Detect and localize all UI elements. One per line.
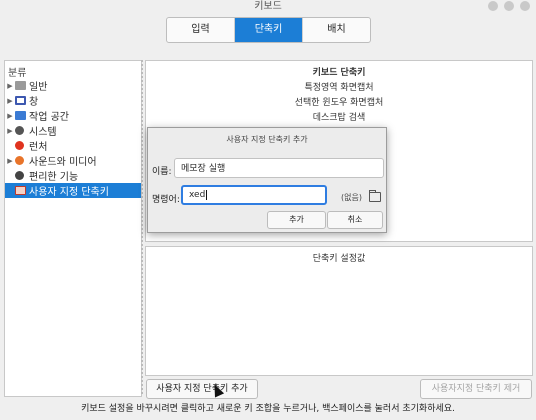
sidebar-item-system[interactable]: ▶ 시스템: [5, 123, 141, 138]
maximize-button[interactable]: [504, 1, 514, 11]
sidebar-item-launcher[interactable]: 런처: [5, 138, 141, 153]
expand-arrow-icon[interactable]: ▶: [5, 112, 15, 120]
sidebar-item-label: 시스템: [29, 127, 57, 138]
folder-icon[interactable]: [369, 190, 381, 202]
sidebar-item-label: 창: [29, 97, 39, 108]
window-icon: [15, 81, 26, 90]
add-custom-shortcut-button[interactable]: 사용자 지정 단축키 추가: [146, 379, 258, 399]
custom-shortcut-icon: [15, 186, 26, 195]
expand-arrow-icon[interactable]: ▶: [5, 82, 15, 90]
add-custom-shortcut-dialog: 사용자 지정 단축키 추가 이름: 메모장 실행 명령어: xed (없음) 추…: [147, 127, 387, 233]
sidebar-item-window[interactable]: ▶ 창: [5, 93, 141, 108]
command-label: 명령어:: [152, 195, 180, 205]
tab-layout[interactable]: 배치: [303, 18, 370, 42]
close-button[interactable]: [520, 1, 530, 11]
minimize-button[interactable]: [488, 1, 498, 11]
name-label: 이름:: [152, 167, 172, 177]
name-field[interactable]: 메모장 실행: [174, 158, 384, 178]
sound-icon: [15, 156, 24, 165]
footer-hint: 키보드 설정을 바꾸시려면 클릭하고 새로운 키 조합을 누르거나, 백스페이스…: [81, 404, 455, 414]
expand-arrow-icon[interactable]: ▶: [5, 97, 15, 105]
expand-arrow-icon[interactable]: ▶: [5, 127, 15, 135]
sidebar-item-label: 일반: [29, 82, 48, 93]
sidebar-item-general[interactable]: ▶ 일반: [5, 78, 141, 93]
window-frame-icon: [15, 96, 26, 105]
sidebar-item-accessibility[interactable]: 편리한 기능: [5, 168, 141, 183]
tab-shortcuts[interactable]: 단축키: [235, 18, 303, 42]
sidebar-item-label: 작업 공간: [29, 112, 69, 123]
accessibility-icon: [15, 171, 24, 180]
workspace-icon: [15, 111, 26, 120]
sidebar-item-workspace[interactable]: ▶ 작업 공간: [5, 108, 141, 123]
shortcut-list-item[interactable]: 선택한 윈도우 화면캡처: [146, 95, 532, 108]
category-sidebar: 분류 ▶ 일반 ▶ 창 ▶ 작업 공간 ▶ 시스템 런처 ▶ 사운드와 미디어 …: [4, 60, 142, 397]
shortcut-list-item[interactable]: 특정영역 화면캡처: [146, 80, 532, 93]
dialog-cancel-button[interactable]: 취소: [327, 211, 383, 229]
command-field[interactable]: xed: [181, 185, 327, 205]
sidebar-item-label: 사용자 지정 단축키: [29, 187, 109, 198]
expand-arrow-icon[interactable]: ▶: [5, 157, 15, 165]
window-title: 키보드: [254, 1, 282, 12]
system-gear-icon: [15, 126, 24, 135]
sidebar-header: 분류: [8, 68, 27, 79]
tab-bar: 입력 단축키 배치: [166, 17, 371, 43]
sidebar-item-label: 사운드와 미디어: [29, 157, 97, 168]
dialog-title: 사용자 지정 단축키 추가: [226, 135, 308, 144]
shortcut-settings-pane: 단축키 설정값: [145, 246, 533, 376]
shortcut-list-item[interactable]: 데스크탑 검색: [146, 110, 532, 123]
pane-splitter[interactable]: [141, 60, 143, 395]
sidebar-item-label: 런처: [29, 142, 48, 153]
shortcut-list-header: 키보드 단축키: [312, 68, 366, 78]
command-value: xed: [189, 190, 206, 200]
launcher-icon: [15, 141, 24, 150]
window-controls: [488, 1, 530, 11]
text-caret: [206, 189, 208, 200]
shortcut-settings-header: 단축키 설정값: [312, 254, 366, 264]
command-none-label: (없음): [341, 193, 362, 202]
sidebar-item-sound-media[interactable]: ▶ 사운드와 미디어: [5, 153, 141, 168]
sidebar-item-custom-shortcuts[interactable]: 사용자 지정 단축키: [5, 183, 141, 198]
dialog-add-button[interactable]: 추가: [267, 211, 326, 229]
sidebar-item-label: 편리한 기능: [29, 172, 79, 183]
remove-custom-shortcut-button[interactable]: 사용자지정 단축키 제거: [420, 379, 532, 399]
tab-input[interactable]: 입력: [167, 18, 235, 42]
